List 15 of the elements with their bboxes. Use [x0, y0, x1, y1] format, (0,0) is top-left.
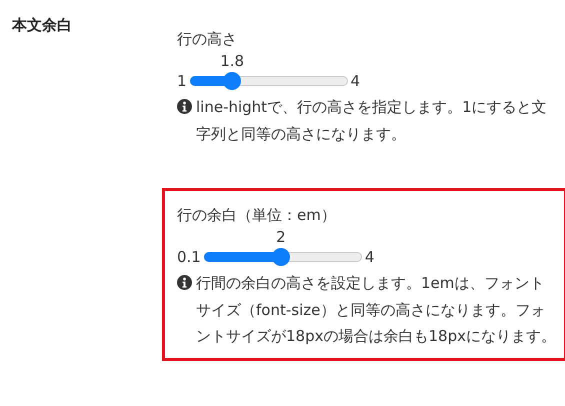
help-text: line-hightで、行の高さを指定します。1にすると文字列と同等の高さになります。 — [196, 97, 548, 144]
slider-max: 4 — [350, 72, 360, 90]
section-label: 本文余白 — [12, 16, 73, 36]
info-icon — [177, 99, 192, 114]
slider-max: 4 — [364, 248, 374, 266]
slider-thumb[interactable] — [272, 248, 290, 266]
help-text: 行間の余白の高さを設定します。1emは、フォントサイズ（font-size）と同等の高さになります。フォントサイズが18pxの場合は余白も18pxになります。 — [196, 273, 557, 347]
slider-min: 0.1 — [177, 248, 201, 266]
slider-value: 1.8 — [220, 52, 244, 70]
slider-min: 1 — [177, 72, 187, 90]
slider-thumb[interactable] — [223, 72, 242, 90]
info-icon — [177, 275, 192, 290]
setting-title: 行の余白（単位：em） — [177, 205, 336, 226]
slider-value: 2 — [276, 228, 286, 246]
setting-title: 行の高さ — [177, 29, 237, 50]
